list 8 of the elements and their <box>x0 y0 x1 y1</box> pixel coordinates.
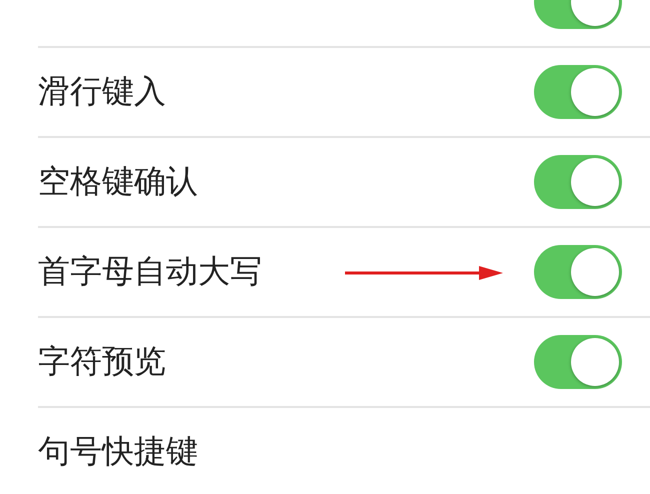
setting-label: 首字母自动大写 <box>38 251 263 292</box>
setting-label: 句号快捷键 <box>38 431 199 472</box>
setting-label: 字符预览 <box>38 341 167 382</box>
setting-label: 滑行键入 <box>38 71 167 112</box>
toggle-switch[interactable] <box>534 65 622 119</box>
setting-label: 空格键确认 <box>38 161 199 202</box>
toggle-switch[interactable] <box>534 335 622 389</box>
toggle-switch[interactable] <box>534 155 622 209</box>
